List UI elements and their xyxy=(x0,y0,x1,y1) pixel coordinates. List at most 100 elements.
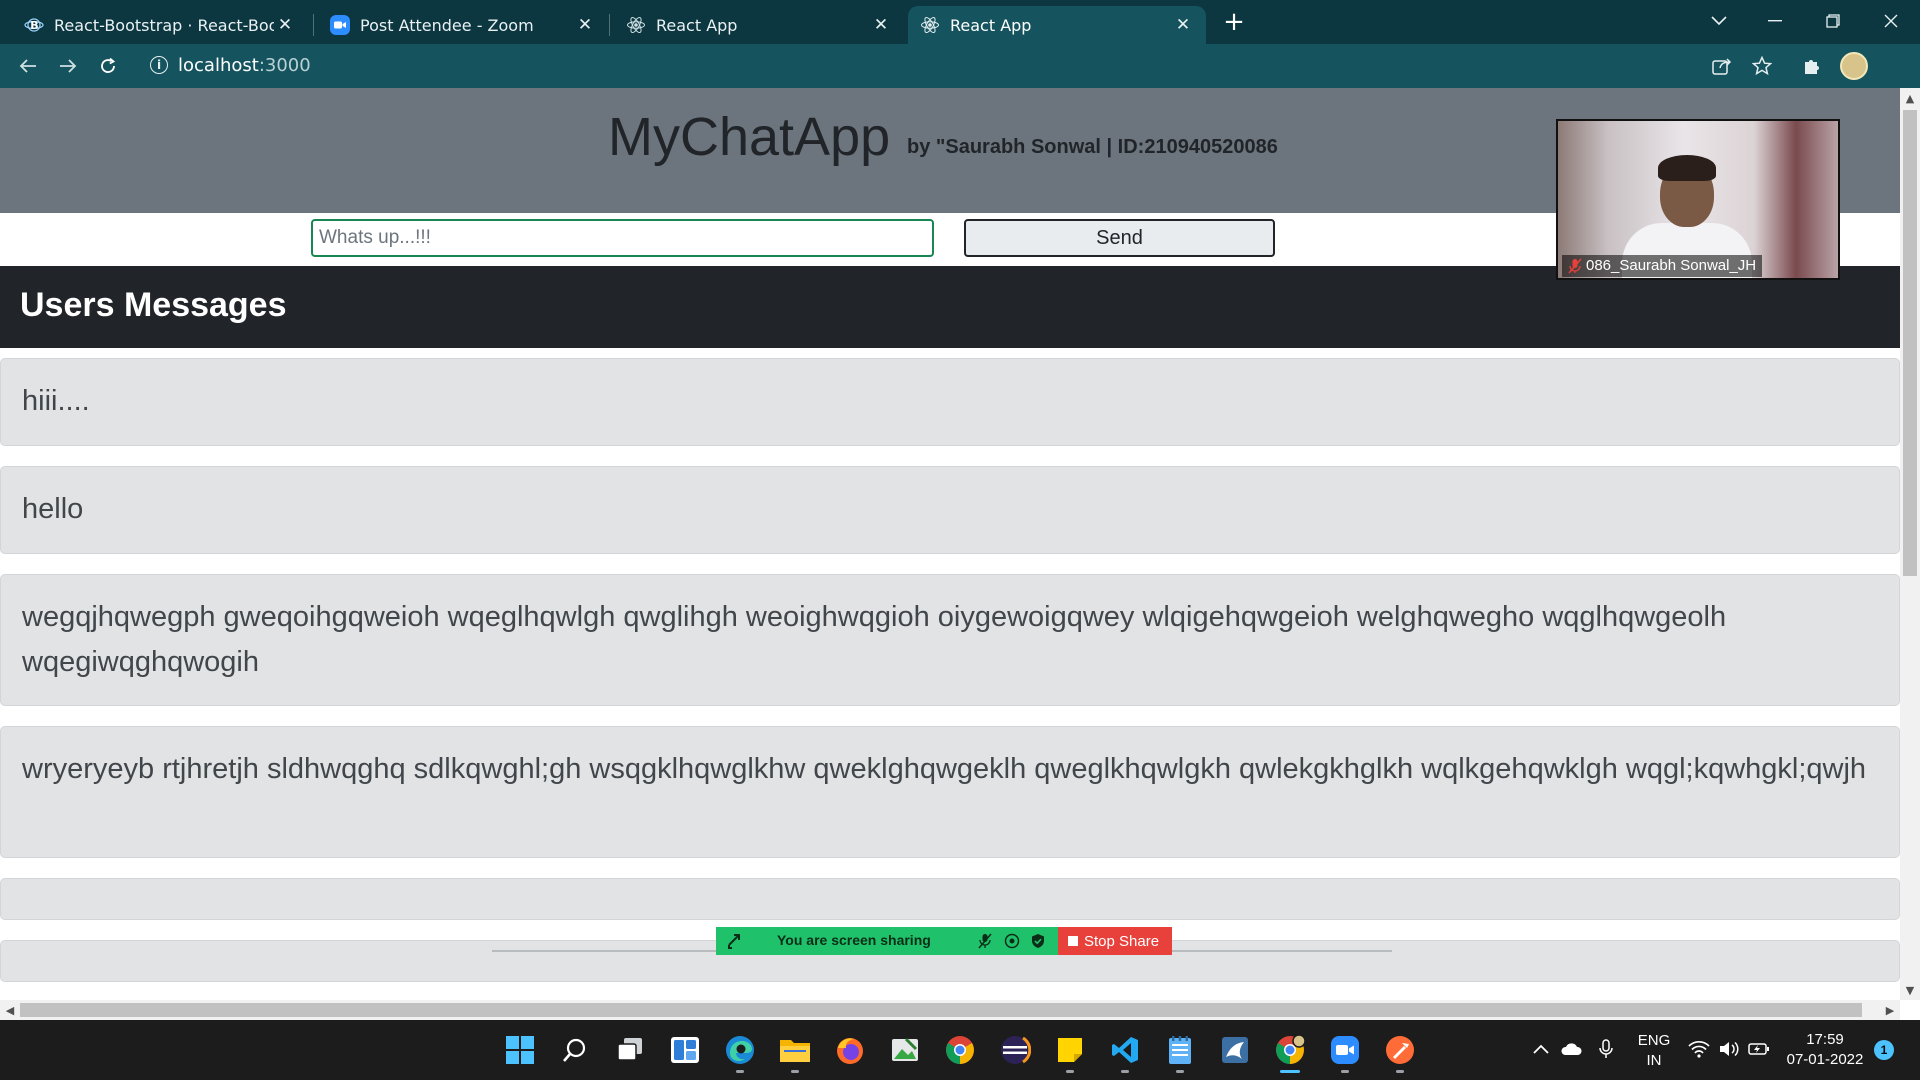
pause-share-icon[interactable] xyxy=(1004,933,1020,953)
eclipse-icon[interactable] xyxy=(995,1030,1035,1070)
browser-tab-strip: B React-Bootstrap · React-Bootstrap Docu… xyxy=(0,0,1920,44)
notification-badge[interactable]: 1 xyxy=(1874,1040,1894,1060)
vertical-scroll-thumb[interactable] xyxy=(1903,110,1917,576)
participant-name-tag: 086_Saurabh Sonwal_JH xyxy=(1562,255,1763,277)
firefox-icon[interactable] xyxy=(830,1030,870,1070)
back-arrow-icon[interactable] xyxy=(14,52,42,80)
horizontal-scroll-thumb[interactable] xyxy=(20,1003,1862,1017)
message-item: hello xyxy=(0,466,1900,554)
tab-search-chevron-icon[interactable] xyxy=(1704,6,1734,36)
extensions-puzzle-icon[interactable] xyxy=(1800,54,1824,78)
clock-time[interactable]: 17:59 xyxy=(1780,1031,1870,1048)
svg-text:B: B xyxy=(30,19,38,32)
volume-icon[interactable] xyxy=(1718,1038,1740,1060)
share-status-panel[interactable]: You are screen sharing xyxy=(716,927,1058,955)
widgets-icon[interactable] xyxy=(665,1030,705,1070)
tab-separator xyxy=(609,14,610,36)
zoom-icon xyxy=(330,15,350,35)
battery-charging-icon[interactable] xyxy=(1748,1038,1770,1060)
message-item: wegqjhqwegph gweqoihgqweioh wqeglhqwlgh … xyxy=(0,574,1900,706)
new-tab-button[interactable]: + xyxy=(1220,7,1248,37)
postman-icon[interactable] xyxy=(1380,1030,1420,1070)
windows-start-icon[interactable] xyxy=(500,1030,540,1070)
close-tab-icon[interactable]: ✕ xyxy=(574,14,596,36)
vscode-icon[interactable] xyxy=(1105,1030,1145,1070)
running-indicator xyxy=(1176,1070,1184,1073)
running-indicator xyxy=(1121,1070,1129,1073)
react-icon xyxy=(920,15,940,35)
scroll-up-arrow-icon[interactable]: ▲ xyxy=(1900,88,1920,108)
active-app-indicator xyxy=(1280,1070,1300,1073)
message-input[interactable] xyxy=(311,219,934,257)
send-button[interactable]: Send xyxy=(964,219,1275,257)
share-status-text: You are screen sharing xyxy=(777,932,931,948)
tab-zoom[interactable]: Post Attendee - Zoom ✕ xyxy=(318,6,608,44)
close-tab-icon[interactable]: ✕ xyxy=(274,14,296,36)
section-title: Users Messages xyxy=(20,286,287,324)
running-indicator xyxy=(1396,1070,1404,1073)
sticky-notes-icon[interactable] xyxy=(1050,1030,1090,1070)
microphone-muted-icon xyxy=(1568,258,1582,274)
scroll-left-arrow-icon[interactable]: ◀ xyxy=(0,1000,20,1020)
stop-square-icon xyxy=(1068,936,1078,946)
restore-icon[interactable] xyxy=(1818,6,1848,36)
address-bar[interactable]: i localhost:3000 xyxy=(140,50,1780,82)
reload-icon[interactable] xyxy=(94,52,122,80)
mute-microphone-icon[interactable] xyxy=(978,933,992,953)
tab-react-app-active[interactable]: React App ✕ xyxy=(908,6,1206,44)
app-title: MyChatApp xyxy=(608,107,891,167)
running-indicator xyxy=(736,1070,744,1073)
show-hidden-icons-chevron-icon[interactable] xyxy=(1530,1038,1552,1060)
bootstrap-icon: B xyxy=(24,15,44,35)
scroll-down-arrow-icon[interactable]: ▼ xyxy=(1900,980,1920,1000)
minimize-icon[interactable] xyxy=(1760,6,1790,36)
zoom-app-icon[interactable] xyxy=(1325,1030,1365,1070)
chrome-profile-icon[interactable] xyxy=(1270,1030,1310,1070)
share-icon[interactable] xyxy=(1710,54,1734,78)
react-icon xyxy=(626,15,646,35)
task-view-icon[interactable] xyxy=(610,1030,650,1070)
mysql-workbench-icon[interactable] xyxy=(1215,1030,1255,1070)
scroll-right-arrow-icon[interactable]: ▶ xyxy=(1880,1000,1900,1020)
url-text: localhost:3000 xyxy=(178,55,311,76)
tab-title: React App xyxy=(950,15,1032,35)
running-indicator xyxy=(791,1070,799,1073)
chrome-icon[interactable] xyxy=(940,1030,980,1070)
site-info-icon[interactable]: i xyxy=(150,56,168,74)
message-item: hiii.... xyxy=(0,358,1900,446)
profile-avatar[interactable] xyxy=(1840,52,1868,80)
browser-toolbar: i localhost:3000 xyxy=(0,44,1920,88)
security-shield-icon[interactable] xyxy=(1030,933,1046,953)
stop-share-button[interactable]: Stop Share xyxy=(1058,927,1172,955)
image-editor-icon[interactable] xyxy=(885,1030,925,1070)
tab-react-app-1[interactable]: React App ✕ xyxy=(614,6,904,44)
tab-title: React App xyxy=(656,15,738,35)
notepad-icon[interactable] xyxy=(1160,1030,1200,1070)
bookmark-star-icon[interactable] xyxy=(1750,54,1774,78)
close-tab-icon[interactable]: ✕ xyxy=(1172,14,1194,36)
tab-separator xyxy=(313,14,314,36)
video-person-hair xyxy=(1658,155,1716,181)
wifi-icon[interactable] xyxy=(1688,1038,1710,1060)
language-indicator[interactable]: ENG xyxy=(1634,1032,1674,1049)
zoom-share-toolbar: You are screen sharing Stop Share xyxy=(716,927,1172,955)
tab-title: React-Bootstrap · React-Bootstrap Docume… xyxy=(54,15,274,35)
zoom-video-tile[interactable]: 086_Saurabh Sonwal_JH xyxy=(1556,119,1840,280)
close-window-icon[interactable] xyxy=(1876,6,1906,36)
search-icon[interactable] xyxy=(555,1030,595,1070)
close-tab-icon[interactable]: ✕ xyxy=(870,14,892,36)
running-indicator xyxy=(1341,1070,1349,1073)
message-item xyxy=(0,878,1900,920)
tab-title: Post Attendee - Zoom xyxy=(360,15,534,35)
microphone-icon[interactable] xyxy=(1595,1038,1617,1060)
drag-handle-icon[interactable] xyxy=(726,932,744,954)
clock-date[interactable]: 07-01-2022 xyxy=(1780,1051,1870,1068)
tab-react-bootstrap[interactable]: B React-Bootstrap · React-Bootstrap Docu… xyxy=(12,6,308,44)
forward-arrow-icon[interactable] xyxy=(54,52,82,80)
running-indicator xyxy=(1066,1070,1074,1073)
region-indicator[interactable]: IN xyxy=(1634,1052,1674,1069)
file-explorer-icon[interactable] xyxy=(775,1030,815,1070)
message-item: wryeryeyb rtjhretjh sldhwqghq sdlkqwghl;… xyxy=(0,726,1900,858)
onedrive-cloud-icon[interactable] xyxy=(1560,1038,1582,1060)
edge-browser-icon[interactable] xyxy=(720,1030,760,1070)
